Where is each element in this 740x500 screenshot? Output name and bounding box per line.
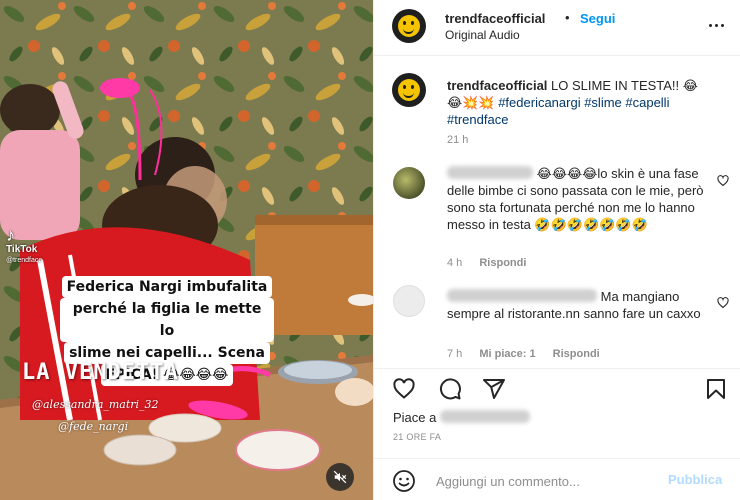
separator-dot: • (565, 10, 570, 25)
commenter-username-blurred[interactable] (447, 166, 533, 179)
commenter-avatar[interactable] (393, 285, 425, 317)
tiktok-label: TikTok (6, 244, 38, 255)
publish-button[interactable]: Pubblica (668, 472, 722, 487)
comment-meta: 7 h Mi piace: 1 Rispondi (447, 348, 600, 360)
video-headline: LA VENDETTA (22, 360, 179, 385)
reply-button[interactable]: Rispondi (479, 257, 526, 269)
avatar[interactable] (392, 73, 426, 107)
author-username[interactable]: trendfaceofficial (445, 11, 545, 26)
bookmark-icon[interactable] (704, 377, 728, 401)
comment-input[interactable] (436, 471, 656, 491)
mute-icon (333, 470, 347, 484)
comment-time: 7 h (447, 348, 463, 360)
action-bar (374, 368, 740, 408)
comments-list[interactable]: trendfaceofficial LO SLIME IN TESTA!! 😂😂… (374, 57, 740, 367)
comment: Ma mangiano sempre al ristorante.nn sann… (447, 288, 712, 322)
reply-button[interactable]: Rispondi (553, 348, 600, 360)
tiktok-watermark: ♪ TikTok @trendface (6, 226, 42, 266)
video-tag: @fede_nargi (58, 420, 129, 433)
caption-timestamp: 21 h (447, 134, 469, 146)
share-icon[interactable] (482, 377, 506, 401)
comment: 😂😂😂😂lo skin è una fase delle bimbe ci so… (447, 165, 712, 233)
comment-like-heart-icon[interactable] (717, 175, 729, 187)
comment-likes[interactable]: Mi piace: 1 (479, 348, 535, 360)
post-sidebar: trendfaceofficial • Segui Original Audio… (373, 0, 740, 500)
overlay-line: perché la figlia le mette lo (60, 298, 274, 342)
likes-summary[interactable]: Piace a (393, 410, 530, 425)
audio-link[interactable]: Original Audio (445, 28, 520, 42)
liker-username-blurred[interactable] (440, 410, 530, 423)
post-date: 21 ORE FA (393, 432, 442, 442)
video-tag: @alessandra_matri_32 (32, 398, 159, 411)
add-comment-bar: Pubblica (374, 458, 740, 500)
post-header: trendfaceofficial • Segui Original Audio (374, 0, 740, 56)
heart-icon[interactable] (392, 377, 416, 401)
mute-button[interactable] (326, 463, 354, 491)
follow-button[interactable]: Segui (580, 11, 615, 26)
tiktok-handle: @trendface (6, 257, 43, 264)
emoji-icon[interactable] (392, 469, 416, 493)
likes-prefix: Piace a (393, 410, 437, 425)
post-media[interactable]: ♪ TikTok @trendface Federica Nargi imbuf… (0, 0, 373, 500)
post-caption: trendfaceofficial LO SLIME IN TESTA!! 😂😂… (447, 77, 707, 128)
commenter-username-blurred[interactable] (447, 289, 597, 302)
video-frame (0, 0, 373, 500)
commenter-avatar[interactable] (393, 167, 425, 199)
comment-icon[interactable] (438, 377, 462, 401)
tiktok-icon: ♪ (6, 225, 15, 245)
overlay-line: Federica Nargi imbufalita (61, 276, 273, 298)
comment-meta: 4 h Rispondi (447, 257, 526, 269)
caption-username[interactable]: trendfaceofficial (447, 78, 547, 93)
comment-like-heart-icon[interactable] (717, 297, 729, 309)
more-options-icon[interactable] (705, 14, 727, 36)
comment-time: 4 h (447, 257, 463, 269)
avatar[interactable] (392, 9, 426, 43)
